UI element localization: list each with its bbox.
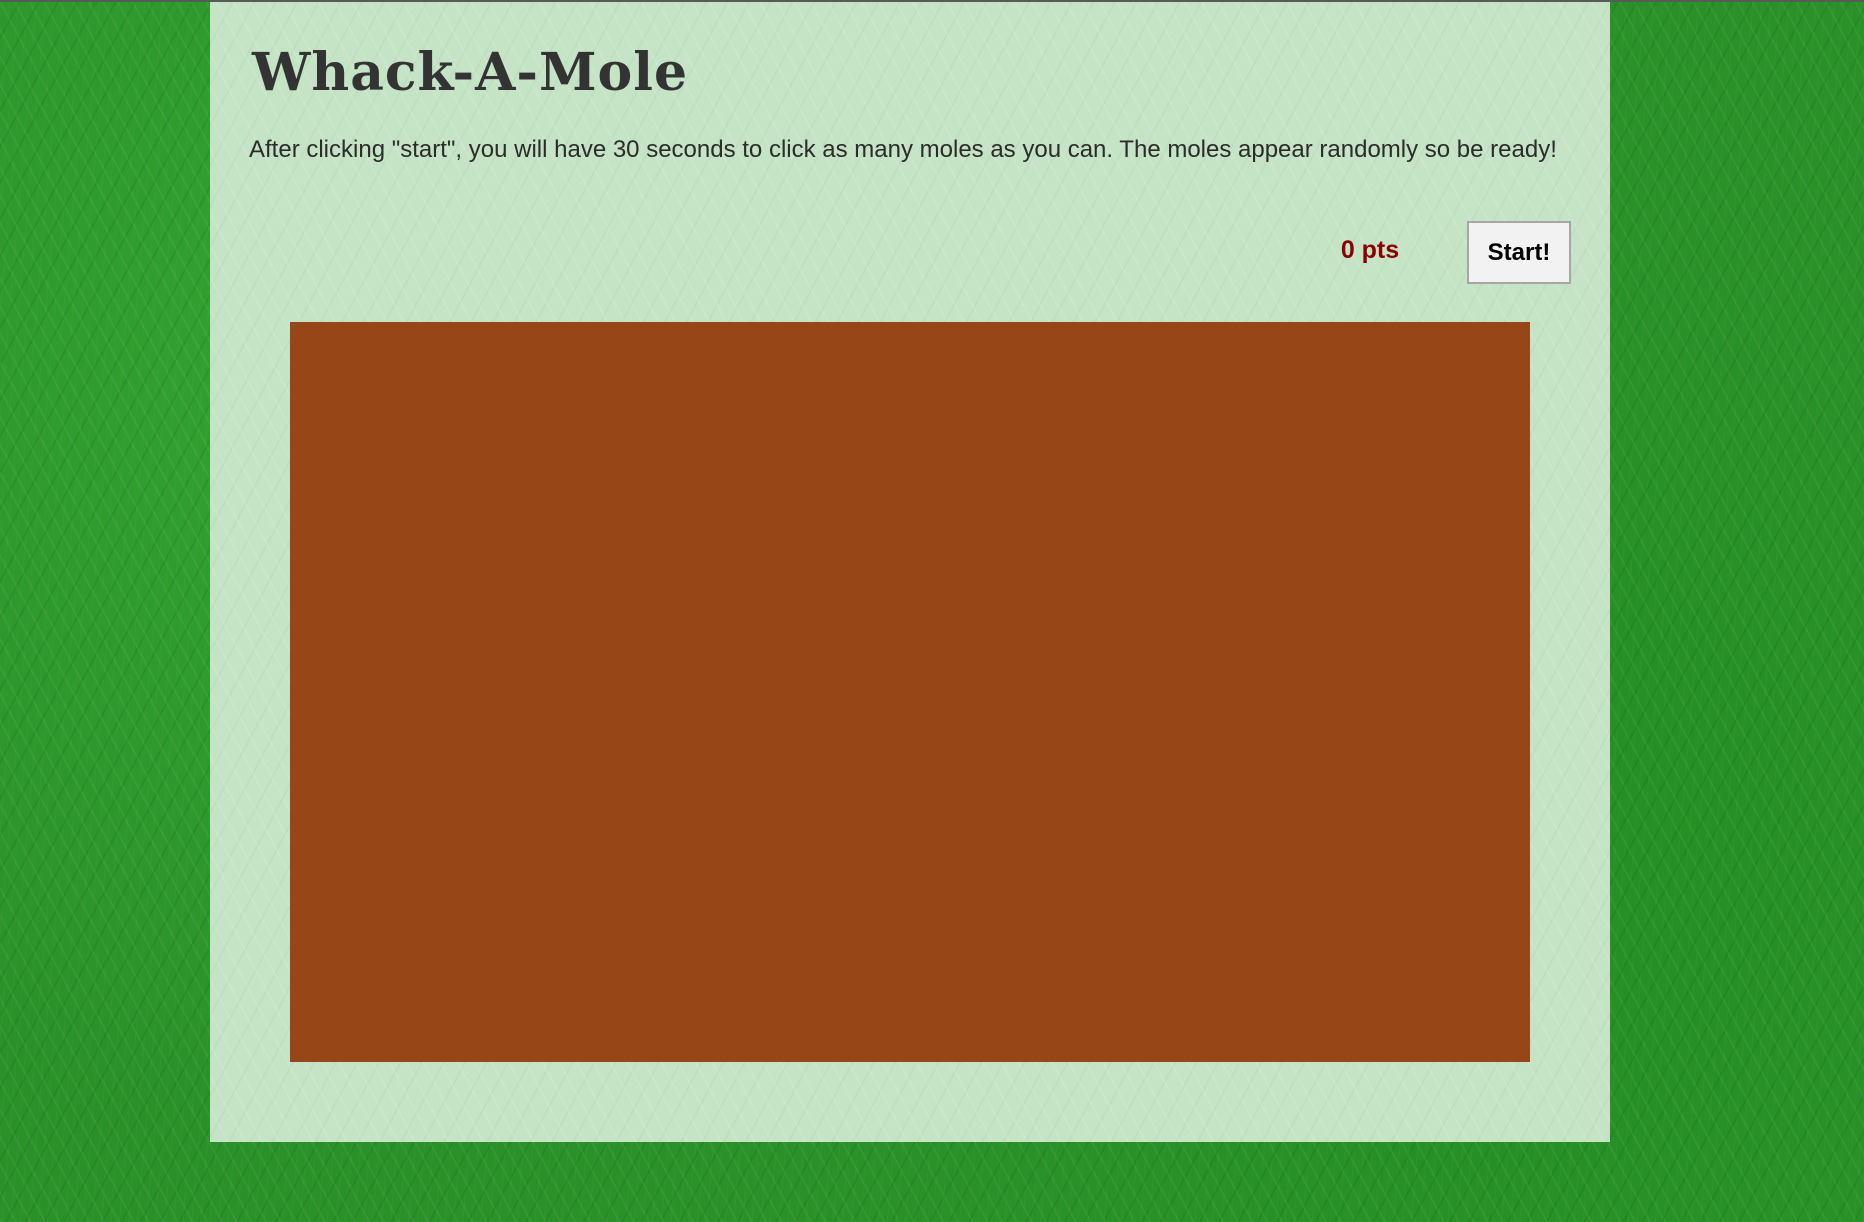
mole-field[interactable] [290, 322, 1530, 1062]
start-button[interactable]: Start! [1467, 221, 1571, 284]
instructions-text: After clicking "start", you will have 30… [249, 136, 1557, 163]
game-panel: Whack-A-Mole After clicking "start", you… [210, 2, 1610, 1142]
page-title: Whack-A-Mole [252, 42, 689, 103]
score-display: 0 pts [1340, 236, 1400, 264]
